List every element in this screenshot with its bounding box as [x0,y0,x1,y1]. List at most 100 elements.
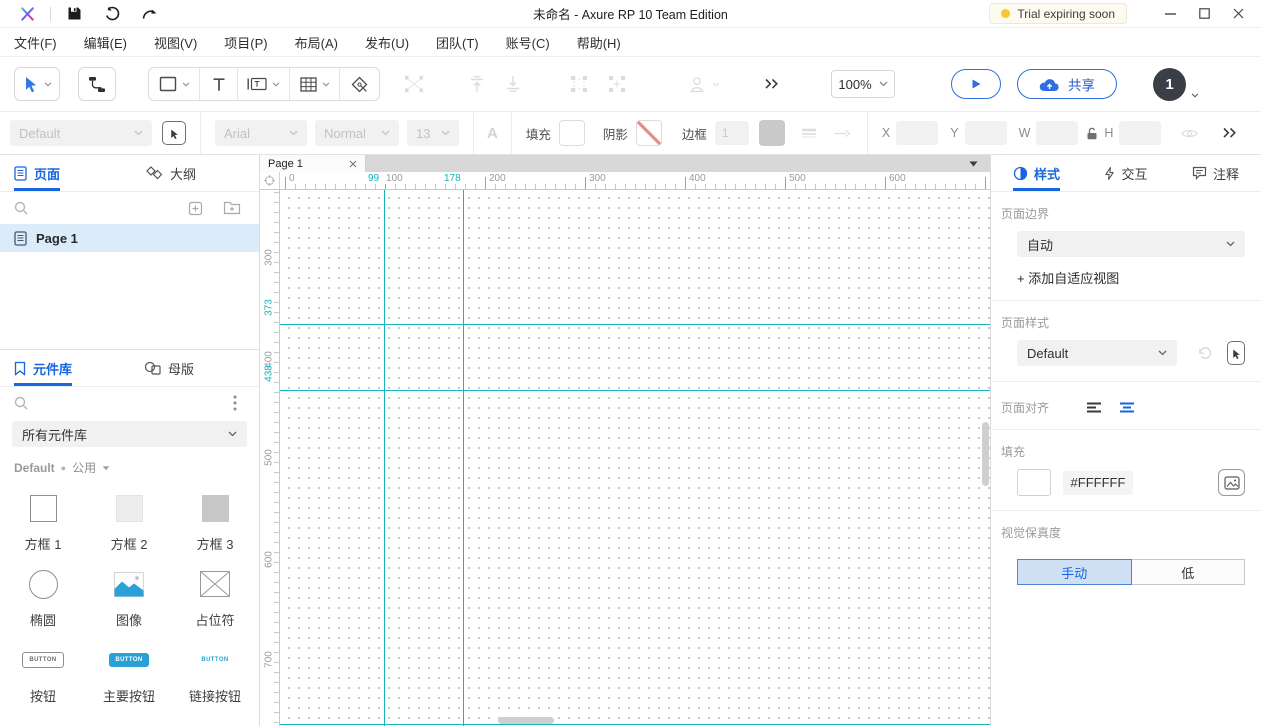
tab-pages[interactable]: 页面 [14,155,61,191]
zoom-select[interactable]: 100% [831,70,895,98]
menu-edit[interactable]: 编辑(E) [84,33,127,52]
horizontal-guide[interactable] [280,324,990,325]
widget-button[interactable]: BUTTON 按钮 [22,632,64,708]
horizontal-scrollbar-thumb[interactable] [498,717,554,724]
menu-help[interactable]: 帮助(H) [577,33,621,52]
tab-library[interactable]: 元件库 [14,350,73,386]
maximize-button[interactable] [1187,1,1221,27]
page-fill-image-button[interactable] [1218,469,1245,496]
redo-button[interactable] [135,2,165,26]
select-tool-button[interactable] [14,67,60,101]
shadow-swatch[interactable] [635,120,662,146]
connector-tool-button[interactable] [78,67,116,101]
search-icon[interactable] [14,201,28,215]
font-family-select[interactable]: Arial [215,120,307,146]
account-chevron-icon[interactable] [1191,92,1199,98]
library-filter-select[interactable]: 所有元件库 [12,421,247,447]
more-format-button[interactable] [1222,127,1237,139]
vertical-guide[interactable] [463,190,464,726]
close-button[interactable] [1221,1,1255,27]
page-fill-swatch[interactable] [1017,469,1051,496]
transform-points-button[interactable] [404,75,424,93]
textfield-tool-button[interactable] [237,68,289,100]
widget-link-button[interactable]: BUTTON 链接按钮 [189,632,241,708]
aspect-lock-button[interactable] [1086,127,1098,140]
ungroup-button[interactable] [608,75,626,93]
menu-account[interactable]: 账号(C) [506,33,550,52]
arrow-style-button[interactable] [833,129,851,138]
widget-h1[interactable]: H1 [27,708,59,726]
page-style-select[interactable]: Default [1017,340,1177,366]
menu-publish[interactable]: 发布(U) [365,33,409,52]
page-align-center-button[interactable] [1117,401,1137,414]
horizontal-ruler[interactable]: 0 100 200 300 400 500 600 99 178 [280,172,990,190]
library-menu-button[interactable] [233,395,237,411]
horizontal-guide[interactable] [280,724,990,725]
group-button[interactable] [570,75,588,93]
widget-image[interactable]: 图像 [114,556,144,632]
more-tools-button[interactable] [764,78,779,90]
default-widget-style-button[interactable] [688,76,720,93]
share-button[interactable]: 共享 [1017,69,1117,99]
undo-button[interactable] [97,2,127,26]
vertical-scrollbar-thumb[interactable] [982,422,989,486]
minimize-button[interactable] [1153,1,1187,27]
send-to-back-button[interactable] [504,75,522,93]
page-style-picker-button[interactable] [1227,341,1245,365]
style-picker-button[interactable] [162,121,186,145]
rectangle-tool-button[interactable] [149,68,199,100]
page-list-item[interactable]: Page 1 [0,224,259,252]
horizontal-guide[interactable] [280,390,990,391]
add-adaptive-view-link[interactable]: + 添加自适应视图 [1017,268,1261,287]
close-tab-icon[interactable] [349,160,357,168]
reset-style-button[interactable] [1197,346,1213,360]
add-page-button[interactable] [188,201,203,216]
menu-view[interactable]: 视图(V) [154,33,197,52]
page-fill-hex-input[interactable]: #FFFFFF [1063,470,1133,495]
search-icon[interactable] [14,396,28,410]
widget-placeholder[interactable]: 占位符 [195,556,235,632]
pen-tool-button[interactable] [339,68,379,100]
library-group-header[interactable]: Default ● 公用 [0,447,259,478]
widget-primary-button[interactable]: BUTTON 主要按钮 [103,632,155,708]
fidelity-low-button[interactable]: 低 [1131,559,1245,585]
font-size-select[interactable]: 13 [407,120,459,146]
avatar[interactable]: 1 [1153,67,1186,101]
widget-ellipse[interactable]: 椭圆 [28,556,58,632]
menu-project[interactable]: 项目(P) [224,33,267,52]
page-bounds-select[interactable]: 自动 [1017,231,1245,257]
hide-widget-button[interactable] [1181,128,1199,139]
widget-box2[interactable]: 方框 2 [111,480,147,556]
widget-box3[interactable]: 方框 3 [197,480,233,556]
tab-style[interactable]: 样式 [1013,155,1061,191]
border-width-input[interactable]: 1 [714,121,749,145]
page-align-left-button[interactable] [1085,401,1105,414]
font-color-button[interactable]: A [487,125,498,142]
save-button[interactable] [59,2,89,26]
widget-box1[interactable]: 方框 1 [25,480,61,556]
menu-team[interactable]: 团队(T) [436,33,479,52]
tab-masters[interactable]: 母版 [144,350,194,386]
text-tool-button[interactable] [199,68,237,100]
line-weight-button[interactable] [801,128,817,138]
document-tab[interactable]: Page 1 [260,155,366,172]
vertical-guide[interactable] [384,190,385,726]
fill-color-swatch[interactable] [558,120,585,146]
tab-notes[interactable]: 注释 [1192,155,1239,191]
tab-overflow-button[interactable] [969,161,978,167]
add-folder-button[interactable] [223,201,241,215]
menu-file[interactable]: 文件(F) [14,33,57,52]
widget-h2[interactable]: H2 [117,708,141,726]
widget-h3[interactable]: H3 [205,708,224,726]
trial-badge[interactable]: Trial expiring soon [989,3,1127,24]
tab-interactions[interactable]: 交互 [1104,155,1148,191]
w-input[interactable] [1036,121,1079,145]
table-tool-button[interactable] [289,68,339,100]
preview-button[interactable] [951,69,1001,99]
tab-outline[interactable]: 大纲 [146,155,196,191]
y-input[interactable] [964,121,1007,145]
h-input[interactable] [1119,121,1162,145]
menu-arrange[interactable]: 布局(A) [295,33,338,52]
bring-to-front-button[interactable] [468,75,486,93]
border-color-swatch[interactable] [758,120,785,146]
